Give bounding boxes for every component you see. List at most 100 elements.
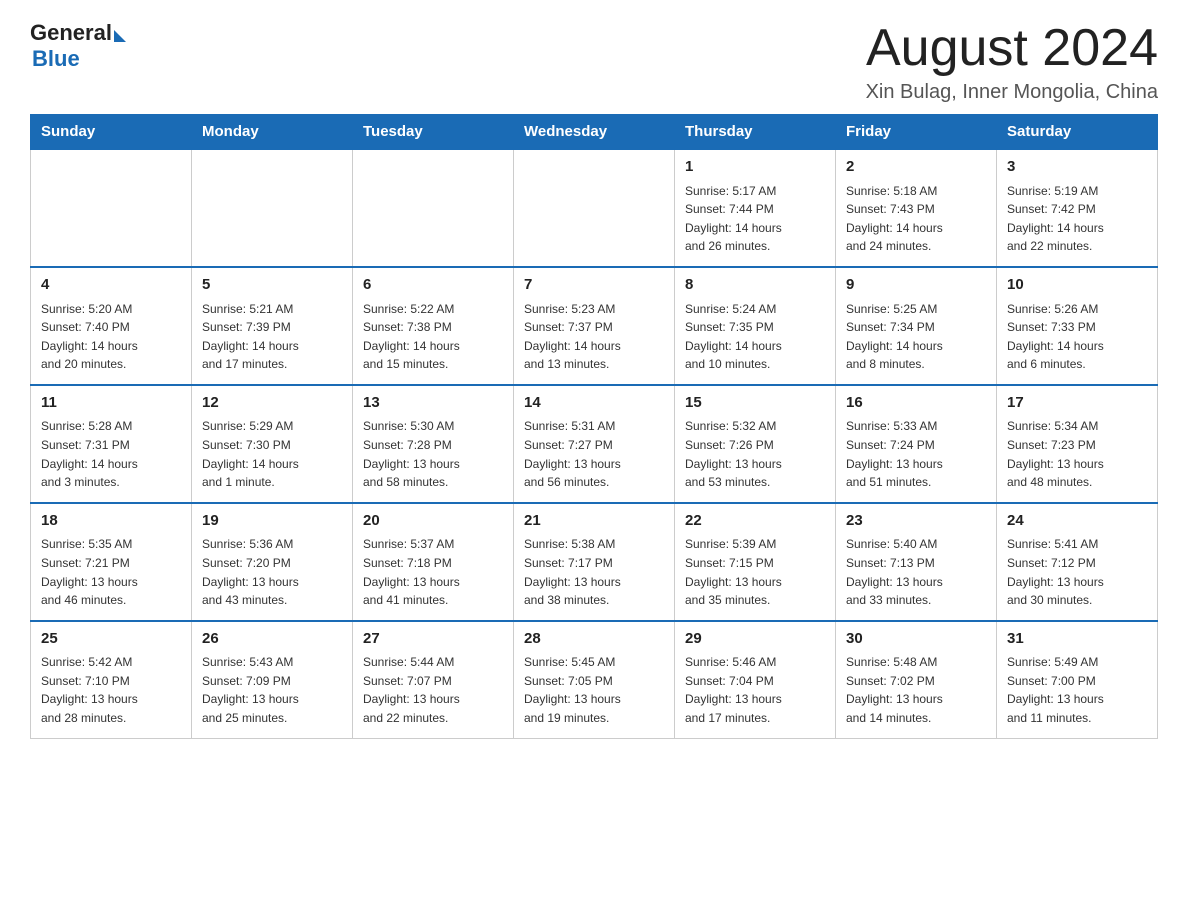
calendar-cell: 24Sunrise: 5:41 AMSunset: 7:12 PMDayligh…: [997, 503, 1158, 621]
calendar-cell: 3 Sunrise: 5:19 AMSunset: 7:42 PMDaylight…: [997, 149, 1158, 267]
logo-arrow-icon: [114, 30, 126, 42]
title-area: August 2024 Xin Bulag, Inner Mongolia, C…: [866, 20, 1158, 104]
day-info: Sunrise: 5:42 AMSunset: 7:10 PMDaylight:…: [41, 653, 181, 727]
calendar-cell: 28Sunrise: 5:45 AMSunset: 7:05 PMDayligh…: [514, 621, 675, 738]
day-info: Sunrise: 5:21 AMSunset: 7:39 PMDaylight:…: [202, 300, 342, 374]
day-info: Sunrise: 5:43 AMSunset: 7:09 PMDaylight:…: [202, 653, 342, 727]
calendar-cell: 6 Sunrise: 5:22 AMSunset: 7:38 PMDaylight…: [353, 267, 514, 385]
day-info: Sunrise: 5:39 AMSunset: 7:15 PMDaylight:…: [685, 535, 825, 609]
weekday-header-sunday: Sunday: [31, 115, 192, 150]
calendar-cell: 15Sunrise: 5:32 AMSunset: 7:26 PMDayligh…: [675, 385, 836, 503]
calendar-cell: 31Sunrise: 5:49 AMSunset: 7:00 PMDayligh…: [997, 621, 1158, 738]
day-info: Sunrise: 5:48 AMSunset: 7:02 PMDaylight:…: [846, 653, 986, 727]
day-info: Sunrise: 5:40 AMSunset: 7:13 PMDaylight:…: [846, 535, 986, 609]
day-info: Sunrise: 5:17 AMSunset: 7:44 PMDaylight:…: [685, 182, 825, 256]
calendar-cell: 2 Sunrise: 5:18 AMSunset: 7:43 PMDaylight…: [836, 149, 997, 267]
calendar-cell: 18Sunrise: 5:35 AMSunset: 7:21 PMDayligh…: [31, 503, 192, 621]
day-number: 19: [202, 510, 342, 533]
weekday-header-saturday: Saturday: [997, 115, 1158, 150]
calendar-cell: 19Sunrise: 5:36 AMSunset: 7:20 PMDayligh…: [192, 503, 353, 621]
calendar-cell: 7Sunrise: 5:23 AMSunset: 7:37 PMDaylight…: [514, 267, 675, 385]
day-number: 6: [363, 274, 503, 297]
day-number: 2: [846, 156, 986, 179]
weekday-header-wednesday: Wednesday: [514, 115, 675, 150]
day-number: 9: [846, 274, 986, 297]
calendar-cell: 23Sunrise: 5:40 AMSunset: 7:13 PMDayligh…: [836, 503, 997, 621]
day-number: 13: [363, 392, 503, 415]
day-info: Sunrise: 5:22 AMSunset: 7:38 PMDaylight:…: [363, 300, 503, 374]
day-number: 25: [41, 628, 181, 651]
day-info: Sunrise: 5:44 AMSunset: 7:07 PMDaylight:…: [363, 653, 503, 727]
day-number: 15: [685, 392, 825, 415]
calendar-cell: 11Sunrise: 5:28 AMSunset: 7:31 PMDayligh…: [31, 385, 192, 503]
day-info: Sunrise: 5:41 AMSunset: 7:12 PMDaylight:…: [1007, 535, 1147, 609]
weekday-header-tuesday: Tuesday: [353, 115, 514, 150]
calendar-cell: 25Sunrise: 5:42 AMSunset: 7:10 PMDayligh…: [31, 621, 192, 738]
week-row-5: 25Sunrise: 5:42 AMSunset: 7:10 PMDayligh…: [31, 621, 1158, 738]
day-number: 8: [685, 274, 825, 297]
calendar-cell: 30Sunrise: 5:48 AMSunset: 7:02 PMDayligh…: [836, 621, 997, 738]
weekday-header-monday: Monday: [192, 115, 353, 150]
calendar-cell: [31, 149, 192, 267]
day-info: Sunrise: 5:23 AMSunset: 7:37 PMDaylight:…: [524, 300, 664, 374]
weekday-header-row: SundayMondayTuesdayWednesdayThursdayFrid…: [31, 115, 1158, 150]
calendar-cell: 17Sunrise: 5:34 AMSunset: 7:23 PMDayligh…: [997, 385, 1158, 503]
day-info: Sunrise: 5:49 AMSunset: 7:00 PMDaylight:…: [1007, 653, 1147, 727]
day-info: Sunrise: 5:36 AMSunset: 7:20 PMDaylight:…: [202, 535, 342, 609]
calendar-cell: 29Sunrise: 5:46 AMSunset: 7:04 PMDayligh…: [675, 621, 836, 738]
calendar-cell: 16Sunrise: 5:33 AMSunset: 7:24 PMDayligh…: [836, 385, 997, 503]
day-number: 3: [1007, 156, 1147, 179]
calendar-cell: 9 Sunrise: 5:25 AMSunset: 7:34 PMDaylight…: [836, 267, 997, 385]
day-info: Sunrise: 5:30 AMSunset: 7:28 PMDaylight:…: [363, 417, 503, 491]
day-info: Sunrise: 5:18 AMSunset: 7:43 PMDaylight:…: [846, 182, 986, 256]
week-row-4: 18Sunrise: 5:35 AMSunset: 7:21 PMDayligh…: [31, 503, 1158, 621]
day-number: 10: [1007, 274, 1147, 297]
day-info: Sunrise: 5:46 AMSunset: 7:04 PMDaylight:…: [685, 653, 825, 727]
location-title: Xin Bulag, Inner Mongolia, China: [866, 81, 1158, 104]
day-number: 26: [202, 628, 342, 651]
day-info: Sunrise: 5:25 AMSunset: 7:34 PMDaylight:…: [846, 300, 986, 374]
day-number: 18: [41, 510, 181, 533]
week-row-3: 11Sunrise: 5:28 AMSunset: 7:31 PMDayligh…: [31, 385, 1158, 503]
calendar-cell: 10 Sunrise: 5:26 AMSunset: 7:33 PMDayligh…: [997, 267, 1158, 385]
day-number: 16: [846, 392, 986, 415]
day-number: 11: [41, 392, 181, 415]
day-info: Sunrise: 5:32 AMSunset: 7:26 PMDaylight:…: [685, 417, 825, 491]
week-row-1: 1 Sunrise: 5:17 AMSunset: 7:44 PMDaylight…: [31, 149, 1158, 267]
day-info: Sunrise: 5:19 AMSunset: 7:42 PMDaylight:…: [1007, 182, 1147, 256]
week-row-2: 4Sunrise: 5:20 AMSunset: 7:40 PMDaylight…: [31, 267, 1158, 385]
month-title: August 2024: [866, 20, 1158, 77]
day-number: 27: [363, 628, 503, 651]
calendar-cell: 22Sunrise: 5:39 AMSunset: 7:15 PMDayligh…: [675, 503, 836, 621]
day-info: Sunrise: 5:34 AMSunset: 7:23 PMDaylight:…: [1007, 417, 1147, 491]
day-number: 1: [685, 156, 825, 179]
day-number: 5: [202, 274, 342, 297]
logo-general-text: General: [30, 20, 112, 46]
calendar-cell: 27Sunrise: 5:44 AMSunset: 7:07 PMDayligh…: [353, 621, 514, 738]
day-info: Sunrise: 5:29 AMSunset: 7:30 PMDaylight:…: [202, 417, 342, 491]
calendar-cell: [353, 149, 514, 267]
calendar-cell: 20Sunrise: 5:37 AMSunset: 7:18 PMDayligh…: [353, 503, 514, 621]
day-info: Sunrise: 5:31 AMSunset: 7:27 PMDaylight:…: [524, 417, 664, 491]
logo-blue-text: Blue: [32, 46, 80, 72]
day-number: 24: [1007, 510, 1147, 533]
day-number: 12: [202, 392, 342, 415]
day-info: Sunrise: 5:38 AMSunset: 7:17 PMDaylight:…: [524, 535, 664, 609]
day-info: Sunrise: 5:24 AMSunset: 7:35 PMDaylight:…: [685, 300, 825, 374]
day-info: Sunrise: 5:26 AMSunset: 7:33 PMDaylight:…: [1007, 300, 1147, 374]
calendar-cell: 5 Sunrise: 5:21 AMSunset: 7:39 PMDaylight…: [192, 267, 353, 385]
day-number: 21: [524, 510, 664, 533]
day-info: Sunrise: 5:20 AMSunset: 7:40 PMDaylight:…: [41, 300, 181, 374]
day-info: Sunrise: 5:37 AMSunset: 7:18 PMDaylight:…: [363, 535, 503, 609]
calendar-cell: 26Sunrise: 5:43 AMSunset: 7:09 PMDayligh…: [192, 621, 353, 738]
day-number: 28: [524, 628, 664, 651]
day-number: 23: [846, 510, 986, 533]
calendar-cell: 4Sunrise: 5:20 AMSunset: 7:40 PMDaylight…: [31, 267, 192, 385]
weekday-header-thursday: Thursday: [675, 115, 836, 150]
logo: General Blue: [30, 20, 126, 72]
day-number: 14: [524, 392, 664, 415]
day-number: 17: [1007, 392, 1147, 415]
day-number: 22: [685, 510, 825, 533]
calendar-cell: [192, 149, 353, 267]
day-number: 20: [363, 510, 503, 533]
